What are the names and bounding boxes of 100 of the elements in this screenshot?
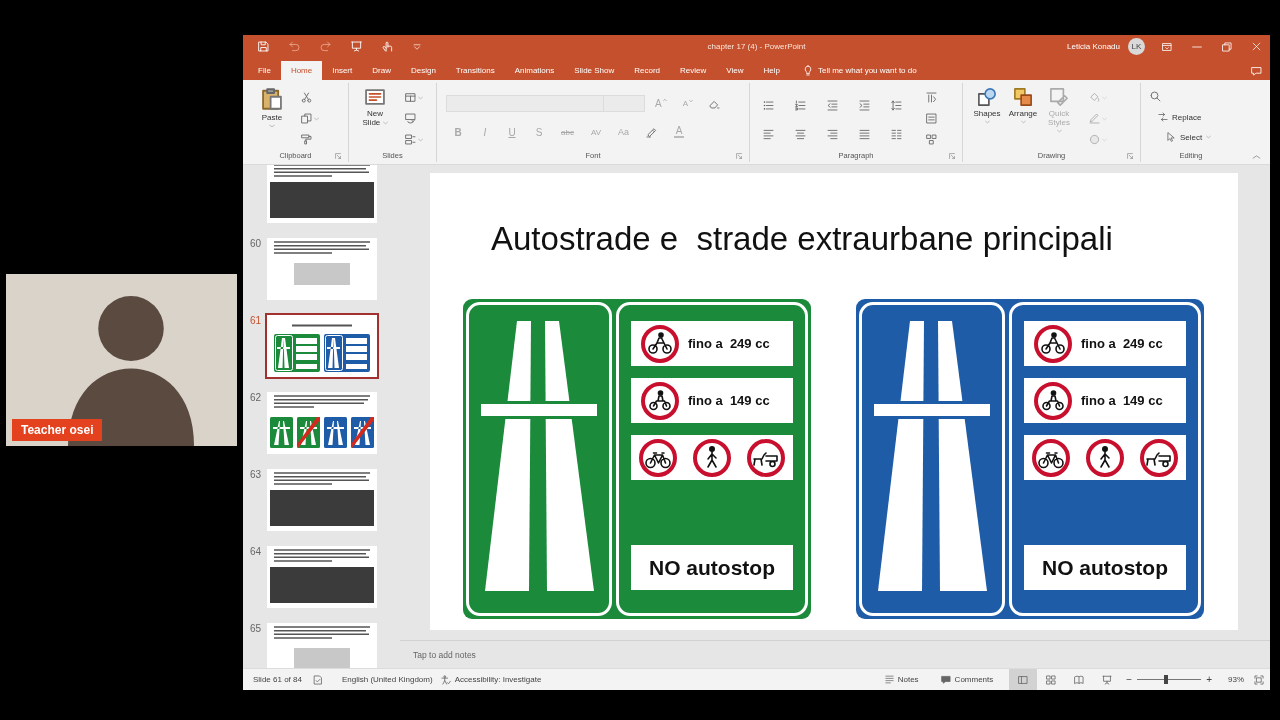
slide-thumbnail[interactable]	[267, 469, 377, 531]
scissors-icon[interactable]	[301, 92, 312, 103]
accessibility-icon	[440, 674, 451, 685]
collapse-ribbon-icon[interactable]	[1252, 154, 1261, 160]
hand-pointer-icon[interactable]	[382, 41, 393, 52]
box-lines-icon[interactable]	[926, 113, 937, 124]
fit-to-window-icon[interactable]	[1254, 674, 1264, 685]
slide-lines-icon	[364, 87, 386, 107]
outdent-icon[interactable]	[827, 100, 838, 111]
comments-button[interactable]: Comments	[940, 675, 994, 684]
motorway-sign-icon	[324, 417, 347, 448]
slide-number: 60	[249, 238, 263, 251]
caret-up-icon	[662, 98, 667, 102]
ribbon-tab[interactable]: Draw	[362, 61, 401, 80]
zoom-in-button[interactable]: +	[1204, 673, 1214, 686]
ribbon-tab[interactable]: Record	[624, 61, 671, 80]
limit-text: fino a 249 cc	[1081, 336, 1163, 351]
dialog-launcher-icon[interactable]	[949, 152, 955, 159]
normal-view-button[interactable]	[1009, 669, 1038, 690]
slide-thumbnail[interactable]	[267, 238, 377, 300]
ribbon-tab[interactable]: File	[248, 61, 281, 80]
overlapping-squares-icon	[1013, 87, 1033, 107]
zoom-percentage[interactable]: 93%	[1228, 675, 1244, 684]
replace-button[interactable]: Replace	[1158, 112, 1202, 122]
lightbulb-icon[interactable]	[802, 65, 813, 76]
paint-roller-icon[interactable]	[301, 134, 312, 145]
ribbon-tab[interactable]: Transitions	[445, 61, 505, 80]
align-center-icon[interactable]	[795, 129, 806, 140]
document-check-icon[interactable]	[312, 674, 323, 685]
bullet-list-icon[interactable]	[763, 100, 774, 111]
justify-icon[interactable]	[859, 129, 870, 140]
mini-road-sign-icon	[274, 334, 320, 372]
no-bicycle-icon	[1032, 438, 1070, 477]
line-spacing-icon[interactable]	[891, 100, 902, 111]
ribbon-tab[interactable]: Help	[753, 61, 790, 80]
dialog-launcher-icon[interactable]	[1127, 152, 1133, 159]
ribbon-tab[interactable]: Animations	[504, 61, 565, 80]
three-boxes-icon[interactable]	[926, 134, 937, 145]
dialog-launcher-icon[interactable]	[736, 152, 742, 159]
notes-button[interactable]: Notes	[884, 675, 919, 684]
paint-bucket-icon[interactable]	[1089, 92, 1100, 103]
slide-arrow-icon[interactable]	[405, 113, 416, 124]
save-icon[interactable]	[258, 41, 269, 52]
eraser-icon[interactable]	[709, 98, 720, 109]
shapes-button[interactable]: Shapes	[971, 83, 1003, 124]
ribbon-tab[interactable]: Home	[280, 61, 323, 80]
dialog-launcher-icon[interactable]	[335, 152, 341, 159]
grid-layout-icon[interactable]	[405, 92, 416, 103]
text-direction-icon[interactable]	[926, 92, 937, 103]
comment-icon[interactable]	[1251, 65, 1262, 76]
motorway-end-sign-icon	[351, 417, 374, 448]
copy-icon[interactable]	[301, 113, 312, 124]
user-avatar[interactable]: LK	[1128, 38, 1145, 55]
slide-thumbnail[interactable]	[265, 313, 379, 379]
close-icon[interactable]	[1252, 42, 1261, 51]
screen-icon	[1102, 674, 1113, 685]
slide-thumbnail[interactable]	[267, 623, 377, 668]
columns-icon[interactable]	[891, 129, 902, 140]
pointer-icon	[1166, 132, 1176, 142]
select-button[interactable]: Select	[1166, 132, 1212, 142]
indent-icon[interactable]	[859, 100, 870, 111]
search-icon[interactable]	[1150, 91, 1161, 102]
customize-caret-icon[interactable]	[413, 42, 421, 51]
ribbon-tab[interactable]: Design	[400, 61, 446, 80]
ribbon-tab[interactable]: Review	[670, 61, 717, 80]
square-brush-icon	[1049, 87, 1069, 107]
redo-icon[interactable]	[320, 41, 331, 52]
book-icon	[1074, 674, 1085, 685]
ribbon-tab[interactable]: Slide Show	[564, 61, 625, 80]
name-tag: Teacher osei	[12, 419, 103, 441]
slide-number: 61	[249, 315, 263, 328]
arrange-button[interactable]: Arrange	[1007, 83, 1039, 124]
no-pedestrian-icon	[1086, 438, 1124, 477]
square-circle-icon	[977, 87, 997, 107]
numbered-list-icon[interactable]	[795, 100, 806, 111]
presentation-screen-icon[interactable]	[351, 41, 362, 52]
zoom-out-button[interactable]: −	[1124, 673, 1135, 686]
no-pedestrian-icon	[693, 438, 731, 477]
zoom-slider-thumb[interactable]	[1163, 675, 1168, 684]
slide-thumbnail[interactable]	[267, 392, 377, 454]
accessibility-button[interactable]: Accessibility: Investigate	[440, 674, 542, 685]
slide-title: Autostrade e strade extraurbane principali	[491, 220, 1113, 258]
two-boxes-icon[interactable]	[405, 134, 416, 145]
highlighter-icon[interactable]	[646, 126, 657, 138]
undo-icon[interactable]	[289, 41, 300, 52]
slide-thumbnail[interactable]	[267, 546, 377, 608]
ribbon-tab[interactable]: View	[716, 61, 754, 80]
caret-down-icon	[689, 99, 693, 103]
user-name: Leticia Konadu	[1067, 42, 1120, 51]
window-caret-icon[interactable]	[1162, 41, 1172, 52]
slide-thumbnail[interactable]	[267, 165, 377, 223]
restore-icon[interactable]	[1222, 41, 1232, 52]
align-right-icon[interactable]	[827, 129, 838, 140]
tell-me-field[interactable]: Tell me what you want to do	[812, 61, 936, 80]
paste-button[interactable]: Paste	[255, 83, 289, 128]
ribbon-tab[interactable]: Insert	[322, 61, 363, 80]
language-label[interactable]: English (United Kingdom)	[341, 675, 433, 684]
align-left-icon[interactable]	[763, 129, 774, 140]
split-panel-icon	[1018, 674, 1029, 685]
new-slide-button[interactable]: New Slide	[360, 83, 390, 127]
